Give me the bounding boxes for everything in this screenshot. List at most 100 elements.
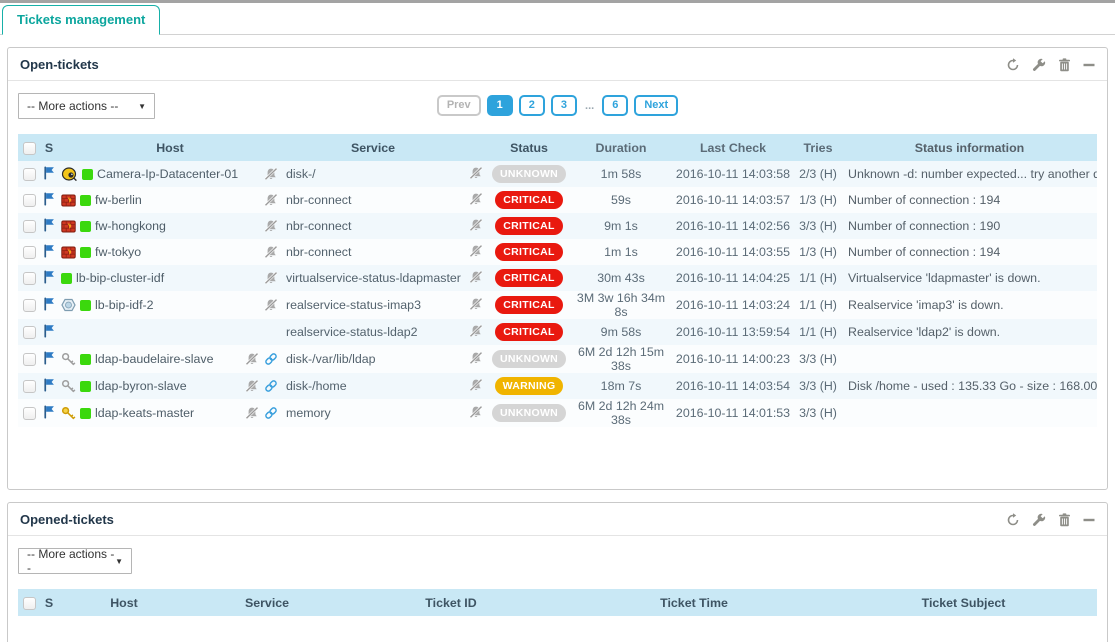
row-checkbox[interactable]: [23, 272, 36, 285]
status-info-cell: Disk /home - used : 135.33 Go - size : 1…: [842, 373, 1097, 399]
notifications-muted-icon: [469, 166, 483, 180]
notifications-muted-icon: [245, 379, 259, 393]
row-checkbox[interactable]: [23, 194, 36, 207]
service-name[interactable]: nbr-connect: [286, 245, 351, 259]
column-host: Host: [58, 589, 190, 616]
link-icon: [264, 352, 278, 366]
firewall-icon: [61, 194, 76, 207]
row-checkbox[interactable]: [23, 380, 36, 393]
notifications-muted-icon: [469, 297, 483, 311]
host-name[interactable]: Camera-Ip-Datacenter-01: [97, 167, 238, 181]
host-name[interactable]: ldap-baudelaire-slave: [95, 352, 213, 366]
service-name[interactable]: realservice-status-imap3: [286, 298, 421, 312]
pagination-next-button[interactable]: Next: [634, 95, 678, 116]
trash-icon[interactable]: [1058, 513, 1071, 527]
opened-tickets-panel-header: Opened-tickets: [8, 503, 1107, 536]
trash-icon[interactable]: [1058, 58, 1071, 72]
service-name[interactable]: disk-/var/lib/ldap: [286, 352, 376, 366]
status-info-cell: Number of connection : 194: [842, 239, 1097, 265]
flag-icon: [43, 297, 55, 311]
camera-icon: [61, 167, 78, 181]
tries-cell: 1/3 (H): [794, 187, 842, 213]
status-info-cell: [842, 345, 1097, 373]
collapse-icon[interactable]: [1083, 513, 1095, 527]
service-name[interactable]: disk-/: [286, 167, 316, 181]
host-name[interactable]: lb-bip-cluster-idf: [76, 271, 164, 285]
host-status-dot: [80, 247, 91, 258]
more-actions-label: -- More actions --: [27, 547, 115, 575]
collapse-icon[interactable]: [1083, 58, 1095, 72]
flag-icon: [43, 405, 55, 419]
host-name[interactable]: fw-tokyo: [95, 245, 141, 259]
pagination-page-2[interactable]: 2: [519, 95, 545, 116]
duration-cell: 9m 1s: [570, 213, 672, 239]
table-row: lb-bip-cluster-idf virtualservice-status…: [18, 265, 1097, 291]
duration-cell: 30m 43s: [570, 265, 672, 291]
row-checkbox[interactable]: [23, 168, 36, 181]
status-info-cell: [842, 399, 1097, 427]
key-silver-icon: [61, 379, 76, 393]
notifications-muted-icon: [469, 378, 483, 392]
service-name[interactable]: memory: [286, 406, 331, 420]
service-name[interactable]: nbr-connect: [286, 193, 351, 207]
duration-cell: 9m 58s: [570, 319, 672, 345]
row-checkbox[interactable]: [23, 353, 36, 366]
table-row: ldap-byron-slave disk-/home WARNING 18m …: [18, 373, 1097, 399]
column-ticket-time: Ticket Time: [558, 589, 830, 616]
status-badge: UNKNOWN: [492, 165, 566, 183]
firewall-icon: [61, 246, 76, 259]
service-name[interactable]: disk-/home: [286, 379, 347, 393]
column-service: Service: [282, 134, 464, 161]
duration-cell: 6M 2d 12h 15m 38s: [570, 345, 672, 373]
select-all-checkbox[interactable]: [23, 142, 36, 155]
notifications-muted-icon: [264, 167, 278, 181]
row-checkbox[interactable]: [23, 299, 36, 312]
status-info-cell: Realservice 'ldap2' is down.: [842, 319, 1097, 345]
open-tickets-panel: Open-tickets -- More actions --: [7, 47, 1108, 490]
host-name[interactable]: ldap-keats-master: [95, 406, 194, 420]
opened-tickets-title: Opened-tickets: [20, 512, 114, 527]
duration-cell: 3M 3w 16h 34m 8s: [570, 291, 672, 319]
last-check-cell: 2016-10-11 14:01:53: [672, 399, 794, 427]
open-tickets-panel-header: Open-tickets: [8, 48, 1107, 81]
column-ticket-subject: Ticket Subject: [830, 589, 1097, 616]
host-status-dot: [80, 195, 91, 206]
host-name[interactable]: ldap-byron-slave: [95, 379, 187, 393]
column-duration: Duration: [570, 134, 672, 161]
service-name[interactable]: realservice-status-ldap2: [286, 325, 418, 339]
status-badge: UNKNOWN: [492, 404, 566, 422]
pagination-prev-button[interactable]: Prev: [437, 95, 481, 116]
pagination-page-1[interactable]: 1: [487, 95, 513, 116]
host-name[interactable]: fw-berlin: [95, 193, 142, 207]
row-checkbox[interactable]: [23, 220, 36, 233]
notifications-muted-icon: [469, 218, 483, 232]
pagination-page-3[interactable]: 3: [551, 95, 577, 116]
last-check-cell: 2016-10-11 13:59:54: [672, 319, 794, 345]
pagination-page-6[interactable]: 6: [602, 95, 628, 116]
more-actions-select[interactable]: -- More actions -- ▼: [18, 548, 132, 574]
refresh-icon[interactable]: [1006, 58, 1020, 72]
notifications-muted-icon: [469, 351, 483, 365]
service-name[interactable]: nbr-connect: [286, 219, 351, 233]
row-checkbox[interactable]: [23, 246, 36, 259]
host-name[interactable]: fw-hongkong: [95, 219, 166, 233]
tab-tickets-management[interactable]: Tickets management: [2, 5, 160, 35]
notifications-muted-icon: [245, 352, 259, 366]
table-row: realservice-status-ldap2 CRITICAL 9m 58s…: [18, 319, 1097, 345]
service-name[interactable]: virtualservice-status-ldapmaster: [286, 271, 461, 285]
wrench-icon[interactable]: [1032, 513, 1046, 527]
row-checkbox[interactable]: [23, 407, 36, 420]
tries-cell: 1/1 (H): [794, 291, 842, 319]
column-severity: S: [40, 589, 58, 616]
row-checkbox[interactable]: [23, 326, 36, 339]
notifications-muted-icon: [469, 244, 483, 258]
notifications-muted-icon: [264, 245, 278, 259]
wrench-icon[interactable]: [1032, 58, 1046, 72]
link-icon: [264, 406, 278, 420]
host-status-dot: [80, 381, 91, 392]
flag-icon: [43, 218, 55, 232]
refresh-icon[interactable]: [1006, 513, 1020, 527]
host-name[interactable]: lb-bip-idf-2: [95, 298, 154, 312]
open-tickets-tbody: Camera-Ip-Datacenter-01 disk-/ UNKNOWN 1…: [18, 161, 1097, 427]
select-all-checkbox[interactable]: [23, 597, 36, 610]
